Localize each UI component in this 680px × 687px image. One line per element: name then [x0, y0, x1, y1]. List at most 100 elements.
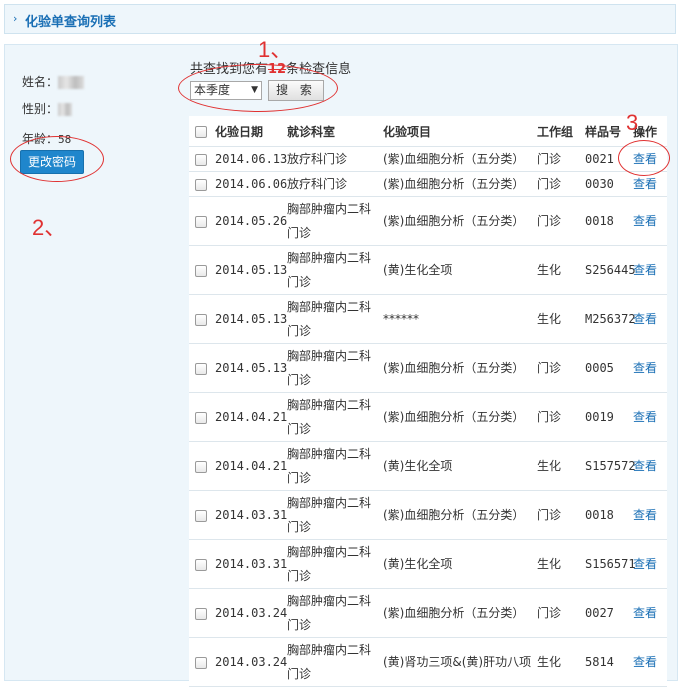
row-date: 2014.05.13 — [213, 294, 287, 344]
lab-results-table: 化验日期 就诊科室 化验项目 工作组 样品号 操作 2014.06.13 放疗科门… — [189, 116, 667, 687]
gender-value-redacted — [58, 103, 73, 116]
patient-gender: 性别： — [22, 100, 73, 117]
column-header-sample: 样品号 — [583, 116, 631, 147]
page-header: › 化验单查询列表 — [4, 4, 676, 34]
table-row: 2014.05.13 胸部肿瘤内二科门诊 ****** 生化 M256372 查看 — [189, 294, 667, 344]
gender-label: 性别： — [22, 102, 59, 116]
row-date: 2014.03.31 — [213, 490, 287, 540]
column-header-date: 化验日期 — [213, 116, 285, 147]
row-sample: 5814 — [583, 637, 631, 687]
row-group: 门诊 — [535, 490, 583, 540]
row-group: 门诊 — [535, 343, 583, 393]
view-link[interactable]: 查看 — [633, 312, 657, 326]
row-group: 门诊 — [535, 392, 583, 442]
row-date: 2014.03.31 — [213, 539, 287, 589]
select-all-checkbox[interactable] — [195, 125, 207, 138]
row-group: 生化 — [535, 441, 583, 491]
view-link[interactable]: 查看 — [633, 459, 657, 473]
row-item: (紫)血细胞分析（五分类） — [381, 392, 535, 442]
annotation-number-three: 3 — [626, 110, 639, 135]
row-item: (黄)生化全项 — [381, 539, 535, 589]
row-checkbox[interactable] — [195, 558, 207, 571]
row-sample: S256445 — [583, 245, 636, 295]
row-department: 胸部肿瘤内二科门诊 — [285, 343, 381, 393]
row-date: 2014.05.26 — [213, 196, 287, 246]
name-label: 姓名： — [22, 75, 59, 89]
patient-name: 姓名： — [22, 73, 85, 90]
row-group: 门诊 — [535, 588, 583, 638]
row-checkbox[interactable] — [195, 460, 207, 473]
table-row: 2014.03.31 胸部肿瘤内二科门诊 (紫)血细胞分析（五分类） 门诊 0018 查看 — [189, 490, 667, 540]
row-sample: 0027 — [583, 588, 631, 638]
row-checkbox[interactable] — [195, 264, 207, 277]
table-row: 2014.06.13 放疗科门诊 (紫)血细胞分析（五分类） 门诊 0021 查看 — [189, 146, 667, 172]
table-row: 2014.04.21 胸部肿瘤内二科门诊 (黄)生化全项 生化 S157572 查看 — [189, 441, 667, 491]
row-department: 胸部肿瘤内二科门诊 — [285, 245, 381, 295]
column-header-item: 化验项目 — [381, 116, 535, 147]
row-item: (紫)血细胞分析（五分类） — [381, 490, 535, 540]
row-department: 胸部肿瘤内二科门诊 — [285, 294, 381, 344]
row-checkbox[interactable] — [195, 656, 207, 669]
view-link[interactable]: 查看 — [633, 655, 657, 669]
row-item: (黄)生化全项 — [381, 441, 535, 491]
row-group: 门诊 — [535, 171, 583, 197]
view-link[interactable]: 查看 — [633, 410, 657, 424]
row-date: 2014.06.06 — [213, 171, 287, 197]
page-title: 化验单查询列表 — [25, 15, 117, 30]
name-value-redacted — [58, 76, 85, 89]
row-department: 胸部肿瘤内二科门诊 — [285, 392, 381, 442]
view-link[interactable]: 查看 — [633, 214, 657, 228]
view-link[interactable]: 查看 — [633, 557, 657, 571]
row-sample: 0019 — [583, 392, 631, 442]
row-checkbox[interactable] — [195, 153, 207, 166]
annotation-number-one: 1、 — [258, 37, 293, 62]
column-header-group: 工作组 — [535, 116, 583, 147]
row-sample: 0018 — [583, 490, 631, 540]
view-link[interactable]: 查看 — [633, 263, 657, 277]
view-link[interactable]: 查看 — [633, 177, 657, 191]
row-group: 门诊 — [535, 196, 583, 246]
row-department: 胸部肿瘤内二科门诊 — [285, 441, 381, 491]
row-sample: S156571 — [583, 539, 636, 589]
row-checkbox[interactable] — [195, 215, 207, 228]
row-item: (紫)血细胞分析（五分类） — [381, 343, 535, 393]
row-group: 生化 — [535, 245, 583, 295]
row-department: 胸部肿瘤内二科门诊 — [285, 490, 381, 540]
table-row: 2014.05.26 胸部肿瘤内二科门诊 (紫)血细胞分析（五分类） 门诊 0018 查看 — [189, 196, 667, 246]
annotation-ellipse-password — [10, 136, 104, 182]
table-row: 2014.03.24 胸部肿瘤内二科门诊 (紫)血细胞分析（五分类） 门诊 0027 查看 — [189, 588, 667, 638]
row-item: (黄)肾功三项&(黄)肝功八项 — [381, 637, 535, 687]
row-date: 2014.05.13 — [213, 245, 287, 295]
row-group: 生化 — [535, 539, 583, 589]
row-item: (紫)血细胞分析（五分类） — [381, 196, 535, 246]
row-sample: 0030 — [583, 171, 631, 197]
table-row: 2014.05.13 胸部肿瘤内二科门诊 (黄)生化全项 生化 S256445 查看 — [189, 245, 667, 295]
view-link[interactable]: 查看 — [633, 361, 657, 375]
annotation-ellipse-filter — [178, 64, 338, 112]
column-header-department: 就诊科室 — [285, 116, 381, 147]
view-link[interactable]: 查看 — [633, 508, 657, 522]
row-checkbox[interactable] — [195, 178, 207, 191]
view-link[interactable]: 查看 — [633, 606, 657, 620]
row-item: ****** — [381, 294, 535, 344]
annotation-number-two: 2、 — [32, 215, 67, 240]
table-row: 2014.03.24 胸部肿瘤内二科门诊 (黄)肾功三项&(黄)肝功八项 生化 5814… — [189, 637, 667, 687]
row-checkbox[interactable] — [195, 313, 207, 326]
row-date: 2014.04.21 — [213, 441, 287, 491]
table-row: 2014.03.31 胸部肿瘤内二科门诊 (黄)生化全项 生化 S156571 查看 — [189, 539, 667, 589]
row-checkbox[interactable] — [195, 607, 207, 620]
row-sample: 0005 — [583, 343, 631, 393]
row-group: 生化 — [535, 637, 583, 687]
table-row: 2014.05.13 胸部肿瘤内二科门诊 (紫)血细胞分析（五分类） 门诊 0005 查看 — [189, 343, 667, 393]
row-department: 胸部肿瘤内二科门诊 — [285, 637, 381, 687]
row-department: 胸部肿瘤内二科门诊 — [285, 588, 381, 638]
row-sample: M256372 — [583, 294, 636, 344]
row-department: 胸部肿瘤内二科门诊 — [285, 196, 381, 246]
row-item: (紫)血细胞分析（五分类） — [381, 588, 535, 638]
row-checkbox[interactable] — [195, 411, 207, 424]
table-header-row: 化验日期 就诊科室 化验项目 工作组 样品号 操作 — [189, 116, 667, 147]
row-checkbox[interactable] — [195, 362, 207, 375]
row-item: (紫)血细胞分析（五分类） — [381, 171, 535, 197]
row-date: 2014.03.24 — [213, 637, 287, 687]
row-checkbox[interactable] — [195, 509, 207, 522]
